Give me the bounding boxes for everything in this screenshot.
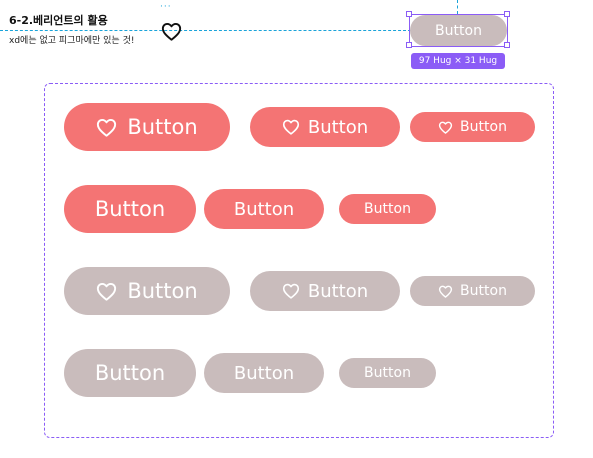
selected-button[interactable]: Button [410,15,507,46]
page-subtitle: xd에는 없고 피그마에만 있는 것! [9,36,135,46]
gray-button-medium[interactable]: Button [204,353,324,393]
red-button-medium[interactable]: Button [204,189,324,229]
resize-handle-top-right[interactable] [504,11,510,17]
button-label: Button [460,119,507,135]
heart-icon[interactable] [161,22,182,41]
horizontal-guide [0,30,411,31]
heart-icon [96,282,117,301]
button-label: Button [233,198,295,220]
button-label: Button [364,365,411,381]
size-tag: 97 Hug × 31 Hug [411,53,505,69]
button-label: Button [94,361,166,385]
button-label: Button [233,362,295,384]
red-icon-button-medium[interactable]: Button [250,107,400,147]
gray-icon-button-medium[interactable]: Button [250,271,400,311]
button-label: Button [307,280,369,302]
button-label: Button [364,201,411,217]
red-icon-button-large[interactable]: Button [64,103,230,151]
page-title: 6-2.베리언트의 활용 [9,14,108,27]
heart-icon [438,121,453,134]
red-button-small[interactable]: Button [339,194,436,224]
gray-button-small[interactable]: Button [339,358,436,388]
heart-icon [282,119,300,135]
resize-handle-bottom-left[interactable] [406,42,412,48]
button-label: Button [460,283,507,299]
selected-button-label: Button [435,22,482,39]
resize-handle-bottom-right[interactable] [504,42,510,48]
red-button-large[interactable]: Button [64,185,196,233]
gray-icon-button-large[interactable]: Button [64,267,230,315]
red-icon-button-small[interactable]: Button [410,112,535,142]
resize-handle-top-left[interactable] [406,11,412,17]
button-label: Button [94,197,166,221]
heart-icon [438,285,453,298]
gray-icon-button-small[interactable]: Button [410,276,535,306]
button-label: Button [307,116,369,138]
guide-dots: ··· [160,2,172,12]
gray-button-large[interactable]: Button [64,349,196,397]
heart-icon [96,118,117,137]
button-label: Button [127,115,198,139]
vertical-guide [457,0,458,14]
button-label: Button [127,279,198,303]
heart-icon [282,283,300,299]
